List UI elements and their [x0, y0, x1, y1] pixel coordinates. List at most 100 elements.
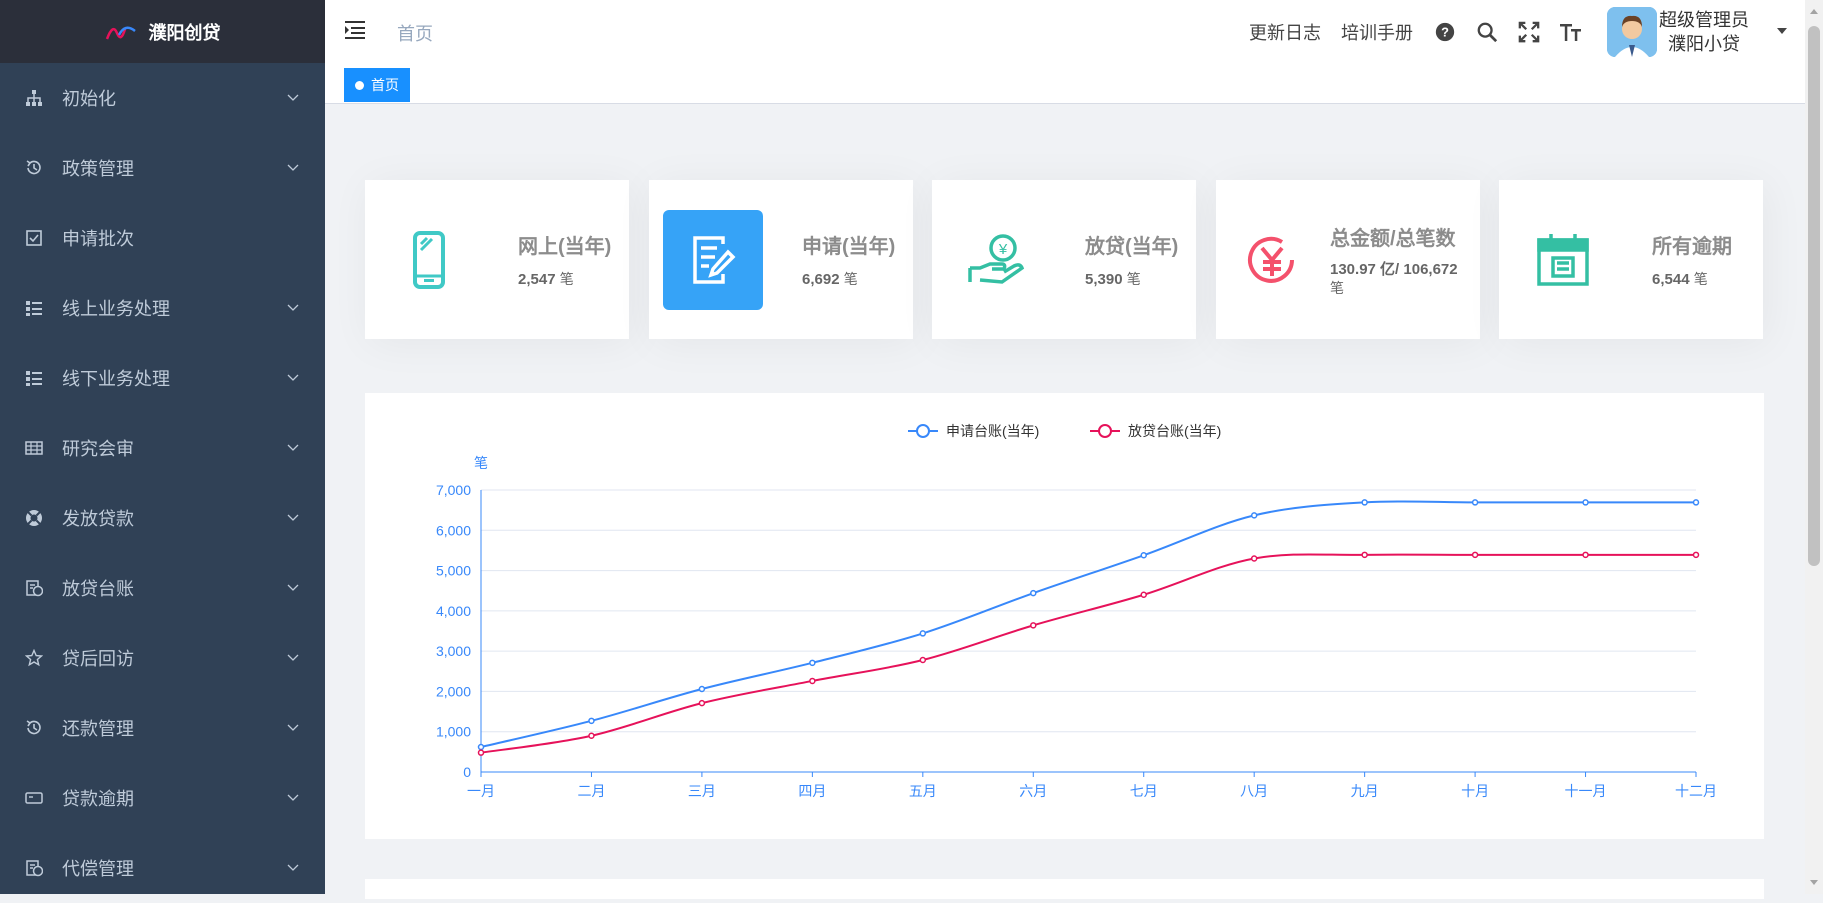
help-icon[interactable]: ? [1433, 20, 1457, 44]
sidebar-item-label: 线下业务处理 [62, 369, 170, 389]
sidebar-item-label: 申请批次 [62, 229, 134, 249]
yuan-icon [1222, 210, 1322, 310]
page-scrollbar[interactable] [1805, 0, 1823, 894]
chevron-down-icon[interactable] [287, 441, 299, 453]
sidebar-item-6[interactable]: 发放贷款 [0, 483, 325, 553]
stat-card-online[interactable]: 网上(当年) 2,547 笔 [365, 180, 629, 339]
scroll-thumb[interactable] [1808, 26, 1820, 566]
stat-card-overdue[interactable]: 所有逾期 6,544 笔 [1499, 180, 1763, 339]
sidebar-item-4[interactable]: 线下业务处理 [0, 343, 325, 413]
tag-home[interactable]: 首页 [344, 68, 410, 102]
data-point [477, 749, 485, 756]
user-role: 超级管理员 [1659, 9, 1749, 30]
fullscreen-icon[interactable] [1517, 20, 1541, 44]
data-point [1692, 499, 1700, 506]
sidebar-item-5[interactable]: 研究会审 [0, 413, 325, 483]
chevron-down-icon[interactable] [287, 721, 299, 733]
x-tick-label: 十月 [1461, 783, 1489, 799]
checkbox-icon [24, 228, 44, 248]
stat-card-apply[interactable]: 申请(当年) 6,692 笔 [649, 180, 913, 339]
caret-down-icon[interactable] [1777, 27, 1787, 36]
x-tick-label: 十二月 [1675, 783, 1717, 799]
chevron-down-icon[interactable] [287, 791, 299, 803]
card-title: 网上(当年) [518, 236, 612, 258]
sidebar-item-8[interactable]: 贷后回访 [0, 623, 325, 693]
changelog-link[interactable]: 更新日志 [1249, 19, 1321, 45]
font-size-icon[interactable] [1559, 20, 1583, 44]
lifebuoy-icon [24, 508, 44, 528]
search-icon[interactable] [1475, 20, 1499, 44]
sidebar-item-7[interactable]: 放贷台账 [0, 553, 325, 623]
card-value: 5,390 笔 [1085, 271, 1141, 288]
breadcrumb[interactable]: 首页 [397, 20, 433, 46]
sidebar-item-0[interactable]: 初始化 [0, 63, 325, 133]
chevron-down-icon[interactable] [287, 861, 299, 873]
data-point [1361, 499, 1368, 506]
chevron-down-icon[interactable] [287, 301, 299, 313]
x-tick-label: 二月 [577, 783, 605, 799]
sidebar-item-3[interactable]: 线上业务处理 [0, 273, 325, 343]
navbar: 首页 更新日志 培训手册 ? 超级管理员 濮阳小贷 [325, 0, 1805, 63]
sidebar-item-label: 贷后回访 [62, 649, 134, 669]
sidebar-item-label: 政策管理 [62, 159, 134, 179]
y-axis-label: 笔 [474, 455, 488, 471]
table-icon [24, 438, 44, 458]
sidebar-item-10[interactable]: 贷款逾期 [0, 763, 325, 833]
sidebar-item-label: 贷款逾期 [62, 789, 134, 809]
chevron-down-icon[interactable] [287, 581, 299, 593]
card-value: 130.97 亿/ 106,672 笔 [1330, 261, 1458, 296]
card-title: 放贷(当年) [1085, 236, 1179, 258]
series-line-1 [480, 553, 1696, 754]
x-tick-label: 八月 [1240, 783, 1268, 799]
logo-icon [105, 26, 136, 39]
chevron-down-icon[interactable] [287, 511, 299, 523]
data-point [1582, 499, 1589, 506]
user-dropdown[interactable]: 超级管理员 濮阳小贷 [1607, 6, 1805, 57]
chevron-down-icon[interactable] [287, 91, 299, 103]
data-point [1361, 551, 1368, 559]
x-tick-label: 七月 [1130, 783, 1158, 799]
card-value: 6,544 笔 [1652, 271, 1708, 288]
sidebar-item-1[interactable]: 政策管理 [0, 133, 325, 203]
y-tick-label: 4,000 [436, 603, 471, 619]
data-point [1030, 622, 1037, 629]
data-point [1030, 589, 1037, 597]
user-names: 超级管理员 濮阳小贷 [1659, 8, 1749, 56]
x-tick-label: 五月 [909, 783, 937, 799]
line-chart: 0 1,000 2,000 3,000 4,000 5,000 6,000 7,000笔一月 二… [436, 423, 1717, 799]
sidebar-item-label: 代偿管理 [62, 859, 134, 879]
legend-label: 申请台账(当年) [946, 423, 1039, 439]
sidebar-item-9[interactable]: 还款管理 [0, 693, 325, 763]
sidebar-item-label: 发放贷款 [62, 509, 134, 529]
x-tick-label: 三月 [688, 783, 716, 799]
card-title: 申请(当年) [802, 236, 896, 258]
data-point [477, 743, 485, 751]
mobile-icon [379, 210, 479, 310]
calendar-overdue-icon [1513, 210, 1613, 310]
chevron-down-icon[interactable] [287, 161, 299, 173]
chevron-down-icon[interactable] [287, 371, 299, 383]
avatar[interactable] [1607, 6, 1657, 57]
tree-icon [24, 88, 44, 108]
money-hand-icon: ¥ [946, 210, 1046, 310]
sidebar-item-label: 放贷台账 [62, 579, 134, 599]
x-tick-label: 四月 [798, 783, 826, 799]
chevron-down-icon[interactable] [287, 651, 299, 663]
history-icon [24, 718, 44, 738]
series-line-0 [480, 500, 1696, 748]
stat-card-loan[interactable]: ¥ 放贷(当年) 5,390 笔 [932, 180, 1196, 339]
sidebar-item-label: 还款管理 [62, 719, 134, 739]
stat-card-total[interactable]: 总金额/总笔数 130.97 亿/ 106,672 笔 [1216, 180, 1480, 339]
manual-link[interactable]: 培训手册 [1341, 19, 1413, 45]
sidebar-item-11[interactable]: 代偿管理 [0, 833, 325, 903]
star-icon [24, 648, 44, 668]
data-point [1471, 499, 1479, 506]
scroll-down-icon[interactable] [1805, 876, 1823, 890]
header-right: 更新日志 培训手册 ? 超级管理员 濮阳小贷 [1249, 0, 1805, 63]
sidebar-item-2[interactable]: 申请批次 [0, 203, 325, 273]
hamburger-icon[interactable] [345, 20, 367, 40]
scroll-up-icon[interactable] [1805, 4, 1823, 18]
y-tick-label: 2,000 [436, 683, 471, 699]
legend-label: 放贷台账(当年) [1128, 423, 1221, 439]
sidebar-item-label: 初始化 [62, 89, 116, 109]
